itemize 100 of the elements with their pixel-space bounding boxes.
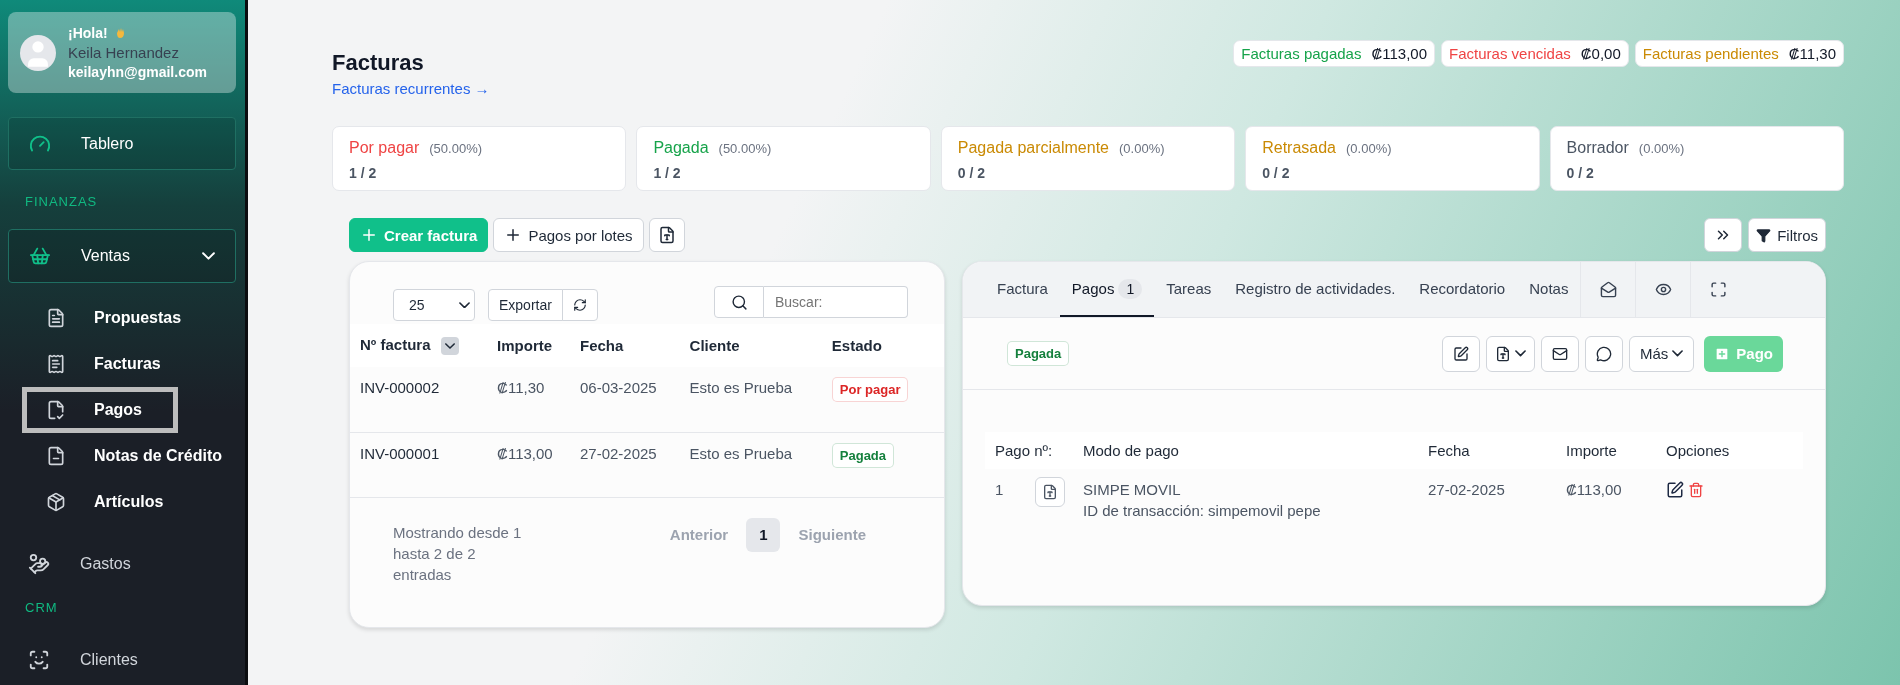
payment-mode: SIMPE MOVIL [1083,481,1182,498]
sidebar-item[interactable]: Clientes [8,635,236,685]
status-count: 0 / 2 [957,165,987,181]
table-cell: Esto es Prueba [679,367,822,433]
status-count: 0 / 2 [1262,165,1291,181]
refresh-button[interactable] [561,289,598,321]
status-label: Pagada [653,139,709,157]
tab[interactable]: Recordatorio [1407,262,1518,317]
sidebar-subitem[interactable]: Propuestas [8,294,236,341]
refresh-icon [572,298,587,312]
sidebar-subitem[interactable]: Pagos [22,386,178,433]
sidebar-subitem[interactable]: Artículos [8,478,236,525]
eye-icon [1654,281,1672,298]
status-percent: (50.00%) [429,140,482,156]
pdf-button[interactable] [648,218,685,252]
fullscreen-icon [1709,281,1727,298]
tab[interactable]: Registro de actividades. [1223,262,1408,317]
section-heading: CRM [24,599,59,618]
status-percent: (0.00%) [1119,140,1165,156]
search-button[interactable] [714,286,764,318]
status-label: Retrasada [1262,139,1336,157]
sort-button[interactable] [440,337,459,356]
table-cell: ₡11,30 [487,367,570,433]
chevron-down-icon [444,343,455,350]
table-cell: INV-000001 [350,432,488,498]
chat-bubble-icon [1595,345,1612,362]
greeting: ¡Hola! [68,25,108,41]
sidebar-item[interactable]: Ventas [8,229,236,283]
more-button[interactable]: Más [1628,335,1695,372]
expand-button[interactable] [1704,218,1743,252]
edit-icon [1452,345,1469,362]
email-button[interactable] [1540,335,1579,372]
status-label: Por pagar [349,139,420,157]
table-cell: INV-000002 [350,367,488,433]
pdf-button[interactable] [1035,477,1065,507]
status-badge: Pagada [831,442,895,468]
status-badge: Por pagar [831,377,909,403]
mail-icon [1599,281,1617,298]
tab[interactable]: Factura [985,262,1060,317]
filters-button[interactable]: Filtros [1748,218,1826,252]
pdf-button[interactable] [1485,335,1535,372]
page-button[interactable]: 1 [746,517,781,552]
chevron-down-icon [202,252,215,261]
avatar-icon [20,34,56,71]
total-label: Facturas pagadas [1241,45,1362,62]
hand-coins-icon [28,552,50,575]
total-amount: ₡0,00 [1580,45,1621,62]
status-count: 0 / 2 [1566,165,1595,181]
export-button[interactable]: Exportar [488,289,563,321]
user-name: Keila Hernandez [68,44,180,61]
plus-square-icon [1714,345,1731,362]
sidebar-item[interactable]: Gastos [8,538,236,589]
section-heading: FINANZAS [24,193,99,212]
sidebar-item[interactable]: Tablero [8,117,236,171]
sidebar-subitem[interactable]: Facturas [8,340,236,387]
page-size-select[interactable]: 25 [393,289,475,321]
table-cell-text: 27-02-2025 [1427,480,1506,500]
search-field[interactable]: Buscar: [764,286,908,318]
table-cell: 06-03-2025 [570,367,680,433]
count-badge: 1 [1118,278,1143,299]
tab[interactable]: Tareas [1154,262,1224,317]
recurring-invoices-link[interactable]: Facturas recurrentes → [332,80,490,97]
edit-icon[interactable] [1666,481,1684,499]
whatsapp-button[interactable] [1584,335,1623,372]
table-cell-text: ₡113,00 [1565,480,1623,500]
search-icon [730,293,748,311]
sidebar-subitem[interactable]: Notas de Crédito [8,432,236,479]
pdf-file-icon [1042,484,1058,500]
edit-button[interactable] [1441,335,1480,372]
chevron-down-icon [1514,350,1526,357]
status-count: 1 / 2 [653,165,682,181]
pdf-file-icon [1494,345,1511,362]
total-amount: ₡113,00 [1371,45,1428,62]
table-cell: ₡113,00 [487,432,570,498]
status-percent: (0.00%) [1346,140,1392,156]
status-badge: Pagada [1007,341,1070,366]
envelope-icon [1551,345,1568,362]
delete-icon[interactable] [1688,482,1704,498]
page-title: Facturas [332,50,425,76]
chevron-down-icon [459,301,470,309]
table-cell: Esto es Prueba [679,432,822,498]
pdf-file-icon [657,226,676,244]
status-percent: (0.00%) [1638,140,1685,156]
table-cell: 1 [985,469,1035,520]
plus-icon [360,226,378,244]
filter-icon [1756,227,1772,243]
face-scan-icon [28,649,50,672]
total-amount: ₡11,30 [1788,45,1836,62]
transaction-id: ID de transacción: simpemovil pepe [1083,502,1322,519]
user-email: keilayhn@gmail.com [68,64,207,80]
total-label: Facturas pendientes [1642,45,1779,62]
batch-payments-button[interactable]: Pagos por lotes [493,218,644,252]
table-cell: 27-02-2025 [570,432,680,498]
total-label: Facturas vencidas [1449,45,1571,62]
status-label: Pagada parcialmente [957,139,1109,157]
status-percent: (50.00%) [718,140,772,156]
entries-info: Mostrando desde 1 hasta 2 de 2 entradas [393,522,523,585]
tab[interactable]: Notas [1517,262,1581,317]
chevron-down-icon [1672,350,1684,357]
tab[interactable]: Pagos 1 [1059,262,1155,317]
